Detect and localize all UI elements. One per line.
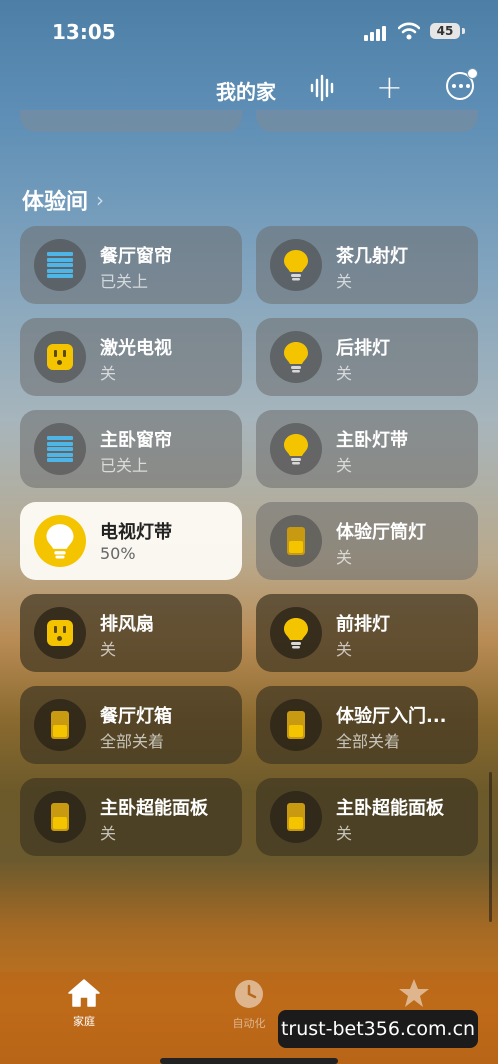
status-bar: 13:05 45 [0,0,498,60]
accessory-name: 排风扇 [100,614,154,635]
accessory-name: 主卧窗帘 [100,430,172,451]
accessory-status: 全部关着 [100,732,165,751]
accessory-status: 50% [100,544,136,563]
tile-stub-left[interactable] [20,110,242,132]
accessory-tile[interactable]: 体验厅入门... 全部关着 [256,686,478,764]
blinds-icon[interactable] [34,239,86,291]
accessory-name: 体验厅入门... [336,706,447,727]
accessory-status: 关 [100,824,117,843]
bulb-icon[interactable] [270,331,322,383]
intercom-wave-icon[interactable] [310,74,336,102]
accessory-tile[interactable]: 电视灯带 50% [20,502,242,580]
accessory-tile[interactable]: 餐厅灯箱 全部关着 [20,686,242,764]
accessory-status: 已关上 [100,272,149,291]
nav-bar: 我的家 + [0,66,498,112]
tile-stub-right[interactable] [256,110,478,132]
accessory-status: 关 [336,640,353,659]
tab-home[interactable]: 家庭 [44,978,124,1029]
home-indicator[interactable] [160,1058,338,1064]
accessory-name: 餐厅灯箱 [100,706,172,727]
accessory-status: 关 [336,272,353,291]
accessory-tile[interactable]: 体验厅筒灯关 [256,502,478,580]
accessory-name: 餐厅窗帘 [100,246,172,267]
bulb-icon[interactable] [34,515,86,567]
section-title: 体验间 [22,190,89,215]
tab-discover[interactable] [374,978,454,1013]
accessory-tile[interactable]: 餐厅窗帘 已关上 [20,226,242,304]
notification-dot [467,68,478,79]
tab-label: 自动化 [232,1017,266,1030]
battery-nub [462,28,465,34]
accessory-status: 关 [336,824,353,843]
accessory-name: 激光电视 [100,338,172,359]
bulb-icon[interactable] [270,239,322,291]
accessory-tile[interactable]: 主卧超能面板关 [256,778,478,856]
more-button[interactable] [446,68,478,100]
accessory-tile[interactable]: 主卧窗帘 已关上 [20,410,242,488]
battery-icon: 45 [430,23,460,39]
switch-icon[interactable] [270,791,322,843]
home-icon [68,979,100,1007]
accessory-status: 关 [336,364,353,383]
clock-icon [235,980,263,1008]
more-icon [452,84,470,88]
switch-icon[interactable] [34,699,86,751]
accessory-tile[interactable]: 主卧超能面板关 [20,778,242,856]
watermark: trust-bet356.com.cn [278,1010,478,1048]
accessory-tile[interactable]: 主卧灯带关 [256,410,478,488]
accessory-tile[interactable]: 茶几射灯关 [256,226,478,304]
accessory-name: 主卧超能面板 [100,798,208,819]
accessory-status: 关 [336,456,353,475]
accessory-name: 前排灯 [336,614,390,635]
bulb-icon[interactable] [270,423,322,475]
wifi-icon [398,22,420,40]
status-time: 13:05 [52,20,116,44]
tab-automation[interactable]: 自动化 [209,978,289,1031]
accessory-status: 关 [336,548,353,567]
accessory-name: 主卧超能面板 [336,798,444,819]
home-title[interactable]: 我的家 [216,76,276,105]
bulb-icon[interactable] [270,607,322,659]
accessory-tile[interactable]: 排风扇关 [20,594,242,672]
accessory-status: 关 [100,640,117,659]
switch-icon[interactable] [270,699,322,751]
accessory-name: 体验厅筒灯 [336,522,426,543]
accessory-tile[interactable]: 激光电视关 [20,318,242,396]
scrollbar[interactable] [489,772,492,922]
accessory-status: 全部关着 [336,732,401,751]
switch-icon[interactable] [34,791,86,843]
accessory-status: 关 [100,364,117,383]
tab-label: 家庭 [73,1015,95,1028]
outlet-icon[interactable] [34,607,86,659]
section-header[interactable]: 体验间 › [22,184,104,216]
add-button[interactable]: + [376,71,403,103]
accessory-tile[interactable]: 后排灯关 [256,318,478,396]
accessory-status: 已关上 [100,456,149,475]
chevron-right-icon: › [96,188,105,212]
cellular-signal-icon [364,26,386,41]
switch-icon[interactable] [270,515,322,567]
accessory-name: 后排灯 [336,338,390,359]
blinds-icon[interactable] [34,423,86,475]
star-icon [399,979,429,1007]
accessory-name: 茶几射灯 [336,246,408,267]
outlet-icon[interactable] [34,331,86,383]
accessory-name: 电视灯带 [100,522,172,543]
accessory-tile[interactable]: 前排灯关 [256,594,478,672]
accessory-name: 主卧灯带 [336,430,408,451]
